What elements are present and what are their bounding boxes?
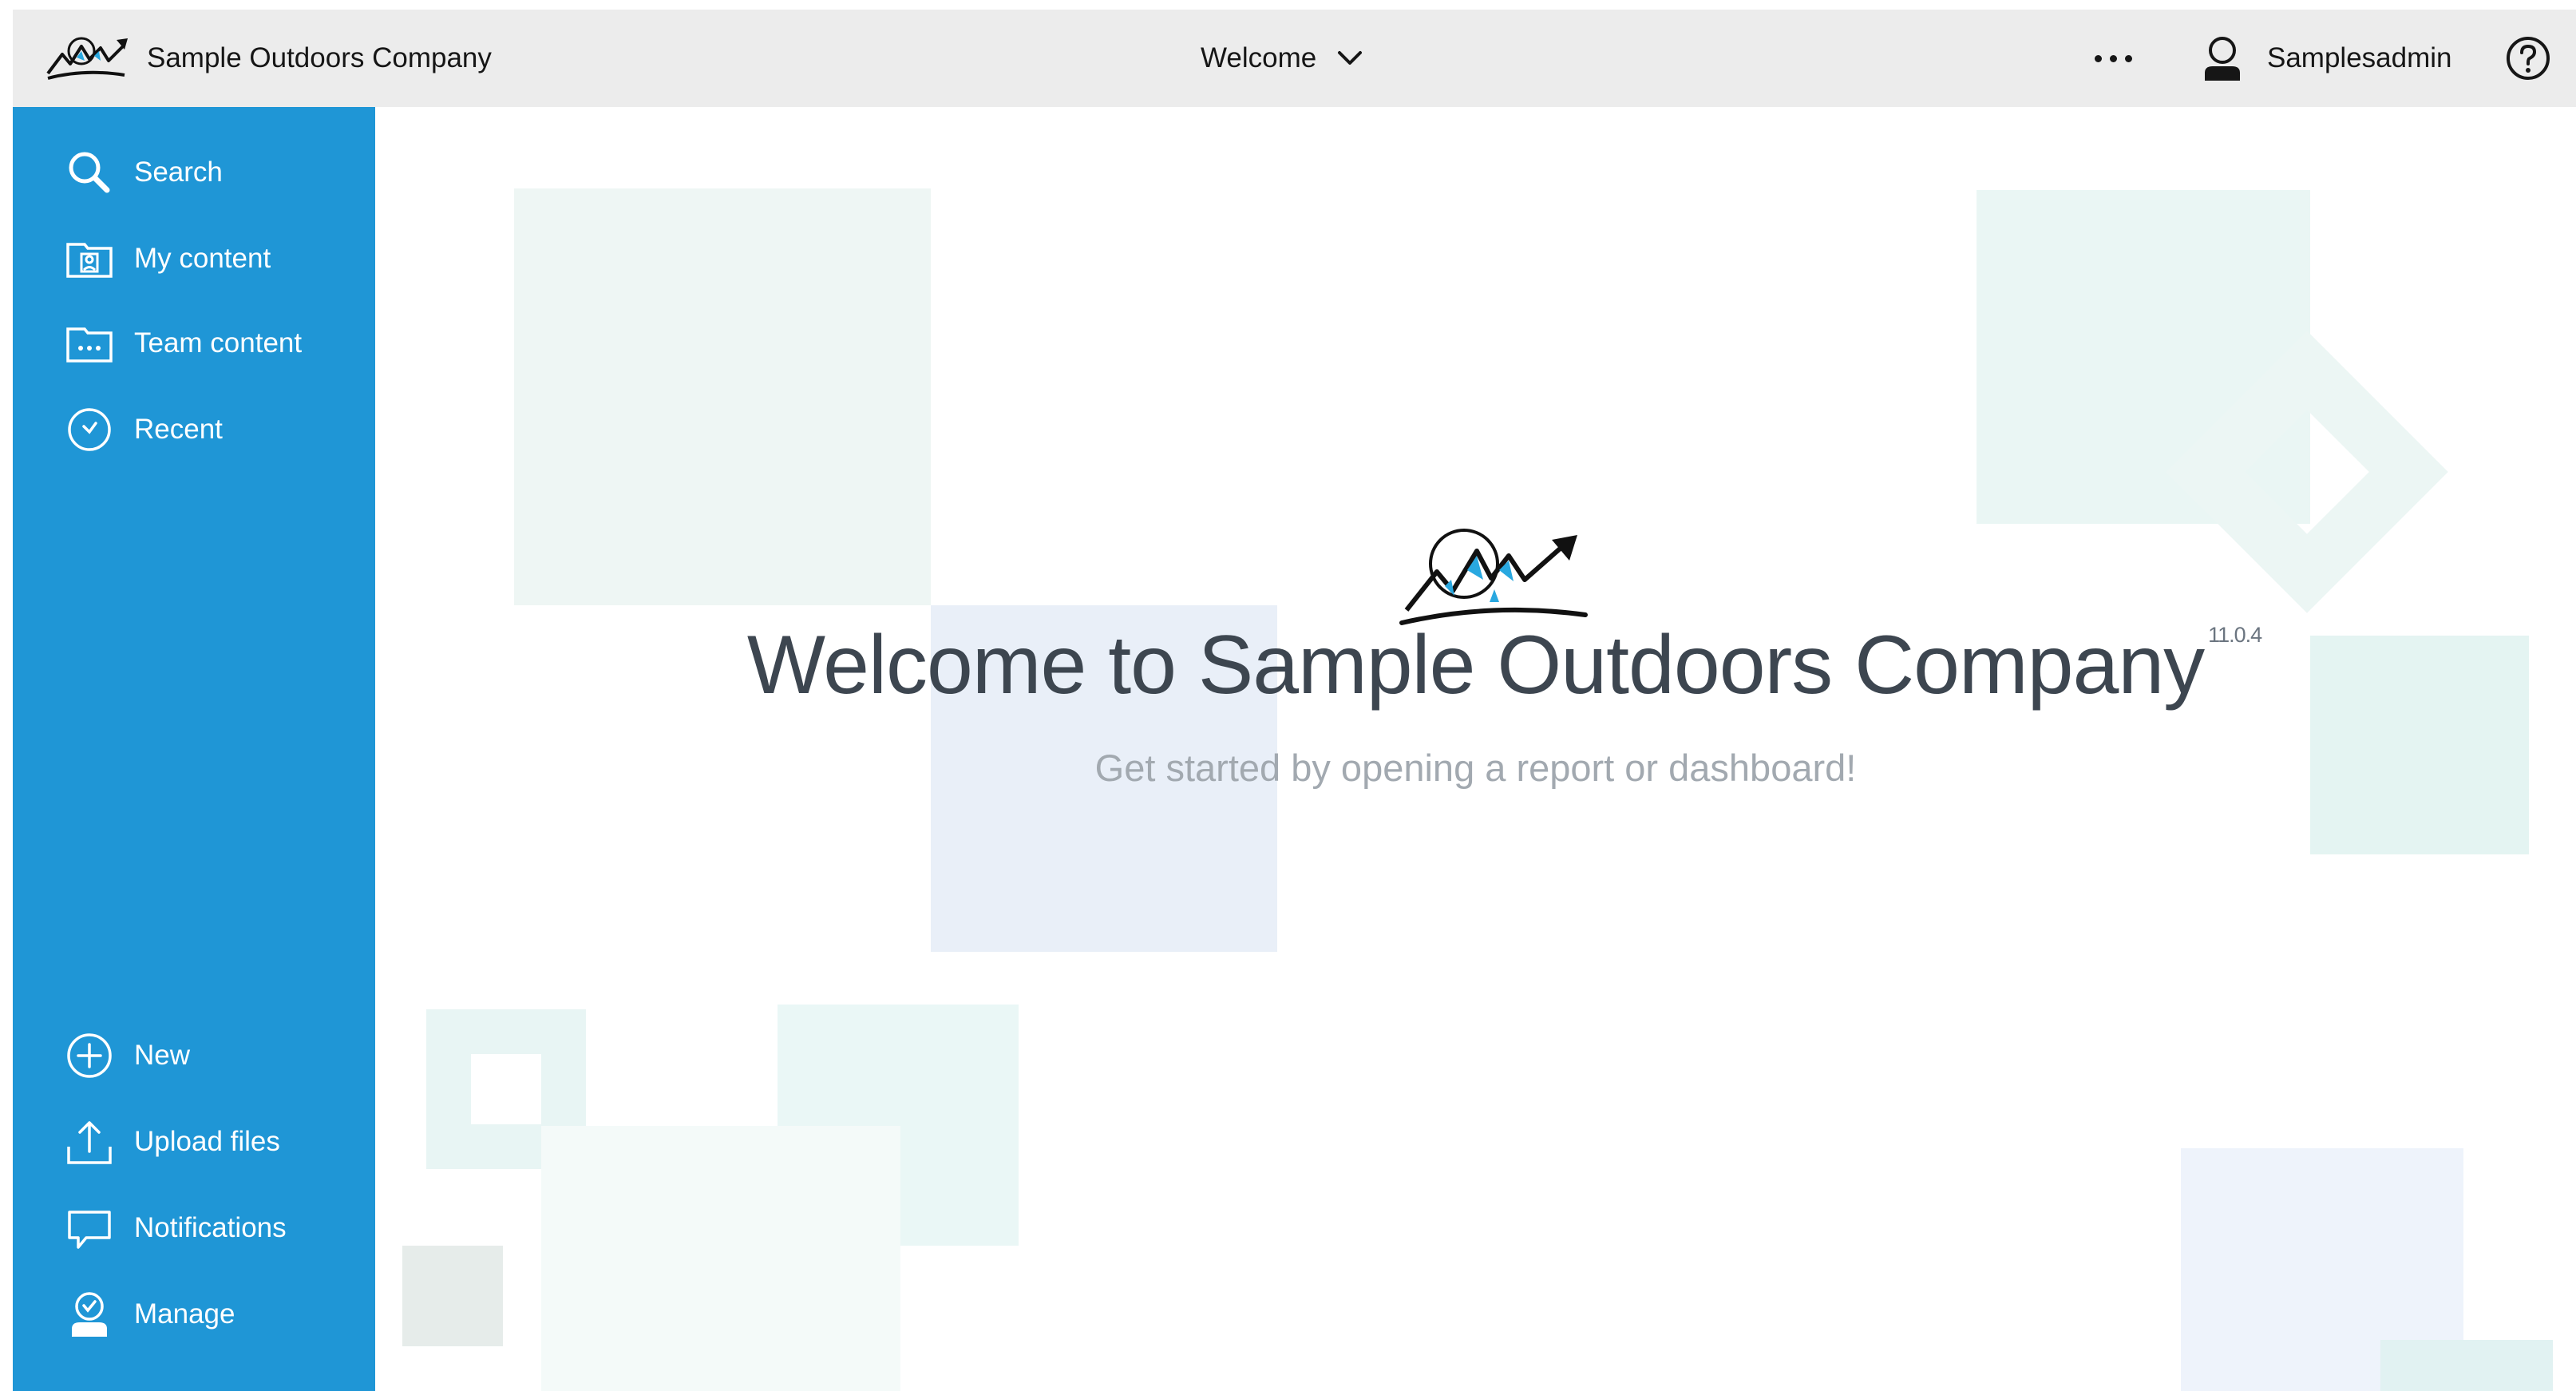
- sidebar-item-label: My content: [134, 243, 271, 274]
- sidebar-item-label: Search: [134, 157, 223, 188]
- brand-logo-icon: [45, 29, 133, 89]
- sidebar-item-team-content[interactable]: Team content: [13, 305, 375, 382]
- sidebar-item-label: Team content: [134, 327, 303, 359]
- sidebar-nav: Search My content Team content Recent Ne…: [13, 107, 375, 1391]
- user-icon: [2205, 37, 2240, 81]
- sidebar-item-my-content[interactable]: My content: [13, 220, 375, 297]
- help-icon[interactable]: [2505, 35, 2551, 81]
- sidebar-item-label: Manage: [134, 1298, 235, 1330]
- brand[interactable]: Sample Outdoors Company: [45, 29, 492, 88]
- user-name: Samplesadmin: [2267, 42, 2452, 73]
- brand-name: Sample Outdoors Company: [147, 42, 492, 73]
- sidebar-item-new[interactable]: New: [13, 1017, 375, 1094]
- sidebar-item-label: Notifications: [134, 1212, 287, 1243]
- manage-user-icon: [64, 1289, 115, 1340]
- app-window: Sample Outdoors Company Welcome Samplesa…: [13, 10, 2576, 1391]
- welcome-hero: Welcome to Sample Outdoors Company 11.0.…: [375, 107, 2576, 1391]
- search-icon: [64, 147, 115, 198]
- clock-icon: [64, 404, 115, 455]
- version-label: 11.0.4: [2208, 623, 2262, 647]
- overflow-menu-button[interactable]: [2085, 38, 2141, 78]
- sidebar-item-manage[interactable]: Manage: [13, 1276, 375, 1353]
- sidebar-item-upload-files[interactable]: Upload files: [13, 1104, 375, 1180]
- chevron-down-icon: [1338, 51, 1363, 65]
- company-logo-icon: [1399, 529, 1588, 625]
- sidebar-item-recent[interactable]: Recent: [13, 391, 375, 468]
- top-header: Sample Outdoors Company Welcome Samplesa…: [13, 10, 2576, 107]
- welcome-main: Welcome to Sample Outdoors Company 11.0.…: [375, 107, 2576, 1391]
- sidebar-item-search[interactable]: Search: [13, 134, 375, 211]
- add-circle-icon: [64, 1030, 115, 1081]
- team-content-folder-icon: [64, 318, 115, 369]
- upload-icon: [64, 1116, 115, 1167]
- sidebar-item-label: Upload files: [134, 1126, 280, 1157]
- workspace-switcher-label: Welcome: [1201, 42, 1317, 73]
- chat-icon: [64, 1203, 115, 1254]
- welcome-title: Welcome to Sample Outdoors Company 11.0.…: [746, 619, 2262, 711]
- sidebar-item-label: New: [134, 1040, 191, 1071]
- welcome-subtitle: Get started by opening a report or dashb…: [1094, 747, 1857, 789]
- overflow-menu-icon: [2094, 54, 2102, 62]
- sidebar-item-label: Recent: [134, 414, 223, 445]
- sidebar-item-notifications[interactable]: Notifications: [13, 1190, 375, 1266]
- my-content-folder-icon: [64, 233, 115, 284]
- workspace-switcher[interactable]: Welcome: [1201, 32, 1363, 85]
- user-menu[interactable]: Samplesadmin: [2200, 29, 2452, 88]
